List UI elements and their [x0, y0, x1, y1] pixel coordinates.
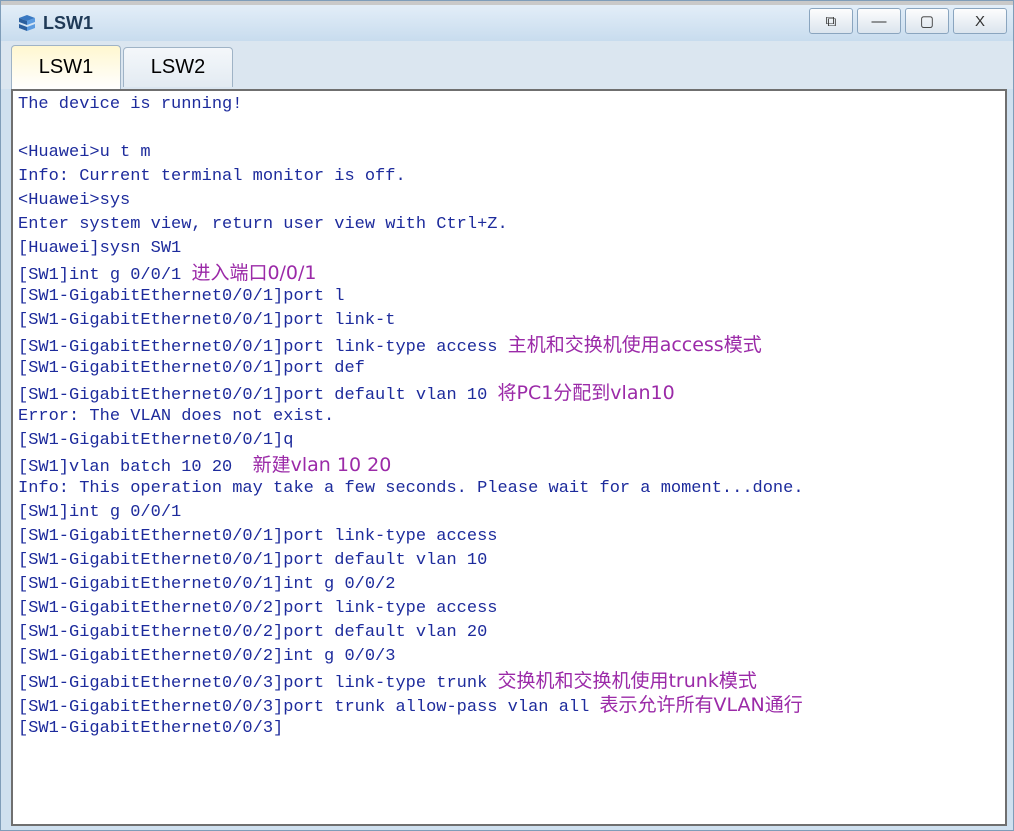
console-line-text: Info: Current terminal monitor is off. — [18, 167, 406, 186]
console-line-text: [SW1-GigabitEthernet0/0/1]int g 0/0/2 — [18, 575, 396, 594]
close-button[interactable]: X — [953, 8, 1007, 34]
tab-label: LSW1 — [38, 56, 94, 78]
minimize-icon: — — [871, 12, 887, 30]
console-line-text: [SW1-GigabitEthernet0/0/2]int g 0/0/3 — [18, 647, 396, 666]
annotation-note: 进入端口0/0/1 — [191, 262, 317, 284]
tab-label: LSW2 — [150, 56, 206, 78]
console-line-text: The device is running! — [18, 95, 243, 114]
console-line: <Huawei>sys — [18, 189, 130, 213]
console-line-text: [SW1-GigabitEthernet0/0/1]port link-type… — [18, 527, 498, 546]
console-line: [Huawei]sysn SW1 — [18, 237, 181, 261]
console-line: [SW1-GigabitEthernet0/0/1]port def — [18, 357, 365, 381]
console-line: The device is running! — [18, 93, 242, 117]
console-line: Enter system view, return user view with… — [18, 213, 508, 237]
console-line-text: [SW1-GigabitEthernet0/0/1]port default v… — [18, 551, 488, 570]
console-line-text: [SW1]vlan batch 10 20 — [18, 458, 253, 477]
console-line: [SW1-GigabitEthernet0/0/1]port l — [18, 285, 344, 309]
console-line: [SW1-GigabitEthernet0/0/1]port link-type… — [18, 333, 762, 360]
console-line: [SW1-GigabitEthernet0/0/3] — [18, 717, 283, 741]
console-line: Info: Current terminal monitor is off. — [18, 165, 406, 189]
console-line: [SW1-GigabitEthernet0/0/3]port trunk all… — [18, 693, 803, 720]
annotation-note: 主机和交换机使用access模式 — [507, 334, 762, 356]
tab-lsw1[interactable]: LSW1 — [11, 45, 121, 89]
console-line-text: [SW1-GigabitEthernet0/0/2]port link-type… — [18, 599, 498, 618]
console-line: [SW1-GigabitEthernet0/0/1]q — [18, 429, 293, 453]
console-line: [SW1-GigabitEthernet0/0/1]port link-t — [18, 309, 395, 333]
console-line: [SW1]int g 0/0/1 进入端口0/0/1 — [18, 261, 317, 288]
console-line: [SW1-GigabitEthernet0/0/1]int g 0/0/2 — [18, 573, 395, 597]
console-line-text: Enter system view, return user view with… — [18, 215, 508, 234]
console-line-text: [SW1-GigabitEthernet0/0/3]port trunk all… — [18, 698, 600, 717]
console-line: [SW1]vlan batch 10 20 新建vlan 10 20 — [18, 453, 391, 480]
console-line-text: [SW1-GigabitEthernet0/0/1]port link-t — [18, 311, 396, 330]
restore-button[interactable]: ⧉ — [809, 8, 853, 34]
console-line: Info: This operation may take a few seco… — [18, 477, 804, 501]
console-line: [SW1-GigabitEthernet0/0/2]port default v… — [18, 621, 487, 645]
tab-bar: LSW1 LSW2 — [1, 41, 1013, 89]
console-line-text: [SW1-GigabitEthernet0/0/1]port l — [18, 287, 345, 306]
console-line-text: [SW1-GigabitEthernet0/0/3] — [18, 719, 284, 738]
console-line: [SW1-GigabitEthernet0/0/2]port link-type… — [18, 597, 497, 621]
console-line-text: [SW1-GigabitEthernet0/0/1]port def — [18, 359, 365, 378]
title-bar[interactable]: LSW1 ⧉ — ▢ X — [1, 5, 1013, 41]
console-line-text: Error: The VLAN does not exist. — [18, 407, 335, 426]
window-controls: ⧉ — ▢ X — [809, 8, 1007, 34]
restore-icon: ⧉ — [825, 12, 837, 30]
console-line-text: [SW1-GigabitEthernet0/0/1]port default v… — [18, 386, 498, 405]
console-line-text: [SW1]int g 0/0/1 — [18, 503, 182, 522]
close-icon: X — [974, 12, 985, 30]
maximize-icon: ▢ — [919, 13, 935, 30]
console-line: Error: The VLAN does not exist. — [18, 405, 334, 429]
console-output[interactable]: The device is running! <Huawei>u t m Info:… — [11, 89, 1007, 826]
window-title: LSW1 — [43, 13, 94, 33]
console-line-text: <Huawei>u t m — [18, 143, 151, 162]
console-line-text: Info: This operation may take a few seco… — [18, 479, 804, 498]
switch-icon — [19, 15, 35, 31]
console-line: [SW1-GigabitEthernet0/0/3]port link-type… — [18, 669, 757, 696]
console-line: <Huawei>u t m — [18, 141, 151, 165]
console-line-text: [SW1-GigabitEthernet0/0/1]q — [18, 431, 294, 450]
console-line-text: [Huawei]sysn SW1 — [18, 239, 182, 258]
terminal-window: LSW1 ⧉ — ▢ X LSW1 LSW2 The device is run… — [0, 0, 1014, 831]
console-line: [SW1]int g 0/0/1 — [18, 501, 181, 525]
console-line: [SW1-GigabitEthernet0/0/1]port default v… — [18, 381, 675, 408]
annotation-note: 交换机和交换机使用trunk模式 — [497, 670, 757, 692]
annotation-note: 表示允许所有VLAN通行 — [599, 694, 803, 716]
console-line: [SW1-GigabitEthernet0/0/1]port link-type… — [18, 525, 497, 549]
console-line: [SW1-GigabitEthernet0/0/1]port default v… — [18, 549, 487, 573]
tab-lsw2[interactable]: LSW2 — [123, 47, 233, 87]
console-line-text: [SW1-GigabitEthernet0/0/3]port link-type… — [18, 674, 498, 693]
minimize-button[interactable]: — — [857, 8, 901, 34]
console-line-text: [SW1]int g 0/0/1 — [18, 266, 192, 285]
console-line: [SW1-GigabitEthernet0/0/2]int g 0/0/3 — [18, 645, 395, 669]
annotation-note: 将PC1分配到vlan10 — [497, 382, 675, 404]
console-line-text: [SW1-GigabitEthernet0/0/1]port link-type… — [18, 338, 508, 357]
console-line-text: [SW1-GigabitEthernet0/0/2]port default v… — [18, 623, 488, 642]
maximize-button[interactable]: ▢ — [905, 8, 949, 34]
console-line-text: <Huawei>sys — [18, 191, 131, 210]
annotation-note: 新建vlan 10 20 — [252, 454, 392, 476]
